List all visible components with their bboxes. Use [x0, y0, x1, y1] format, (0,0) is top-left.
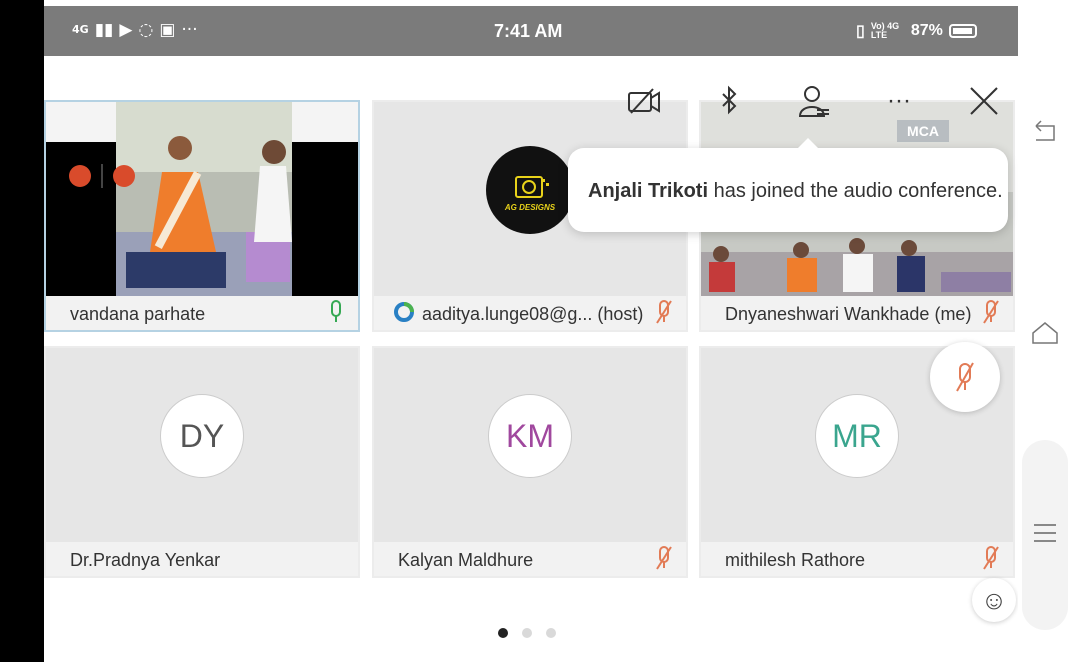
initials-avatar: DY	[160, 394, 244, 478]
participant-tile[interactable]: DY Dr.Pradnya Yenkar	[44, 346, 360, 578]
toast-message: has joined the audio conference.	[708, 180, 1003, 202]
participant-video	[46, 102, 358, 298]
participant-name-plate: aaditya.lunge08@g... (host)	[374, 296, 686, 330]
page-dot[interactable]	[546, 628, 556, 638]
participant-name: Dr.Pradnya Yenkar	[70, 550, 221, 570]
participant-tile[interactable]: vandana parhate	[44, 100, 360, 332]
initials-avatar: MR	[815, 394, 899, 478]
status-bar: 4G ▮▮ ▶ ◌ ▣ ··· 7:41 AM ▯ Vo) 4G LTE 87%	[44, 6, 1018, 56]
join-notification-toast: Anjali Trikoti has joined the audio conf…	[568, 138, 1008, 232]
toast-participant-name: Anjali Trikoti	[588, 180, 709, 202]
participant-name: Kalyan Maldhure	[398, 550, 534, 570]
more-icon[interactable]: ···	[879, 81, 919, 121]
host-avatar-logo: AG DESIGNS	[486, 146, 574, 234]
network-label: 4G	[72, 23, 89, 36]
more-notifications-icon: ···	[181, 20, 198, 40]
participant-name: mithilesh Rathore	[725, 550, 866, 570]
mic-muted-icon	[956, 362, 974, 392]
mic-muted-icon	[656, 546, 672, 570]
mic-on-icon	[331, 300, 341, 322]
participant-name-plate: vandana parhate	[46, 296, 358, 330]
youtube-icon: ▶	[119, 20, 133, 40]
camera-logo-icon	[515, 175, 549, 198]
participant-name: aaditya.lunge08@g... (host)	[422, 304, 644, 324]
whatsapp-icon: ◌	[138, 20, 154, 40]
participant-name-plate: Kalyan Maldhure	[374, 542, 686, 576]
smiley-icon: ☺	[980, 584, 1008, 615]
mic-muted-icon	[983, 546, 999, 570]
menu-icon	[1034, 524, 1056, 526]
volte-label: Vo) 4G LTE	[870, 21, 900, 40]
participant-name: vandana parhate	[70, 304, 206, 324]
host-badge-icon	[394, 302, 414, 322]
side-drawer-handle[interactable]	[1022, 440, 1068, 630]
left-black-bar	[0, 0, 44, 662]
participant-name-plate: Dr.Pradnya Yenkar	[46, 542, 358, 576]
reaction-button[interactable]: ☺	[972, 578, 1016, 622]
status-right: ▯ Vo) 4G LTE 87%	[856, 21, 977, 41]
participant-name-plate: Dnyaneshwari Wankhade (me)	[701, 296, 1013, 330]
meeting-stage: vandana parhate AG DESIGNS aaditya.lunge…	[44, 56, 1018, 662]
participants-icon[interactable]	[794, 81, 834, 121]
notification-icon: ▣	[159, 20, 176, 40]
status-time: 7:41 AM	[494, 21, 563, 41]
mute-toggle-button[interactable]	[930, 342, 1000, 412]
close-icon[interactable]	[964, 81, 1004, 121]
page-dot-active[interactable]	[498, 628, 508, 638]
back-icon[interactable]	[1030, 116, 1060, 146]
status-left-icons: 4G ▮▮ ▶ ◌ ▣ ···	[72, 20, 198, 40]
meeting-toolbar: ···	[624, 76, 1004, 126]
participant-name-plate: mithilesh Rathore	[701, 542, 1013, 576]
home-icon[interactable]	[1030, 318, 1060, 348]
logo-text: AG DESIGNS	[504, 202, 556, 212]
mic-muted-icon	[656, 300, 672, 324]
page-dot[interactable]	[522, 628, 532, 638]
page-indicator	[498, 628, 556, 638]
video-off-icon[interactable]	[624, 81, 664, 121]
bluetooth-icon[interactable]	[709, 81, 749, 121]
mic-muted-icon	[983, 300, 999, 324]
battery-percent: 87%	[910, 22, 943, 39]
vibrate-icon: ▯	[856, 23, 865, 40]
initials-avatar: KM	[488, 394, 572, 478]
battery-icon	[948, 24, 977, 38]
participant-tile[interactable]: KM Kalyan Maldhure	[372, 346, 688, 578]
participant-name: Dnyaneshwari Wankhade (me)	[725, 304, 972, 324]
yoga-video-frame	[46, 102, 358, 298]
signal-icon: ▮▮	[94, 20, 114, 40]
